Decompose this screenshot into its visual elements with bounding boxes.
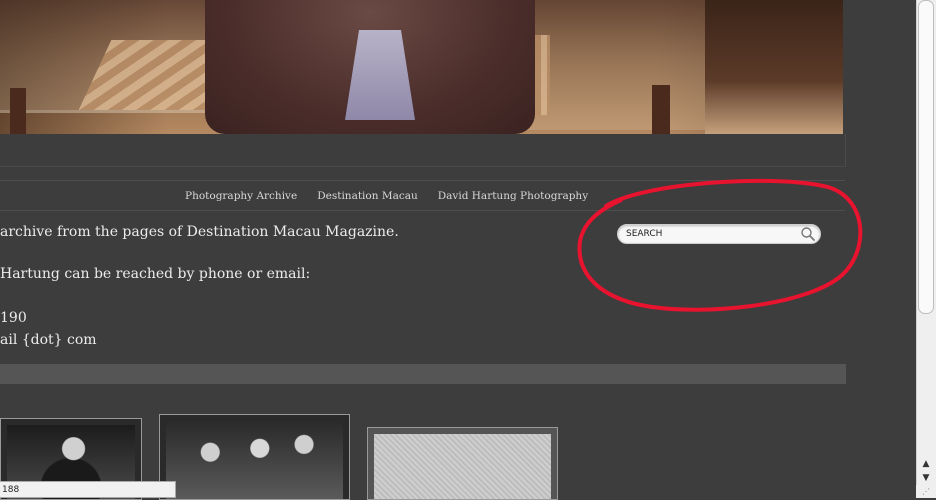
- gallery-thumbnail[interactable]: [159, 414, 350, 500]
- section-divider: [0, 364, 846, 384]
- email-address: ail {dot} com: [0, 332, 97, 348]
- scroll-down-arrow-icon[interactable]: ▼: [916, 471, 936, 485]
- intro-line-2: Hartung can be reached by phone or email…: [0, 266, 311, 282]
- resize-grip-icon[interactable]: ⋰: [916, 485, 936, 498]
- case-post: [10, 88, 26, 134]
- nav-destination-macau[interactable]: Destination Macau: [317, 190, 418, 202]
- phone-number: 190: [0, 310, 27, 326]
- nav-david-hartung-photography[interactable]: David Hartung Photography: [438, 190, 588, 202]
- nav-divider-bottom: [0, 210, 845, 211]
- store-wall: [705, 0, 843, 134]
- red-circle-annotation: [577, 178, 863, 312]
- magnifier-icon[interactable]: [800, 226, 816, 242]
- case-post: [652, 85, 670, 134]
- search-input[interactable]: [626, 226, 796, 242]
- nav-photography-archive[interactable]: Photography Archive: [185, 190, 297, 202]
- main-nav: Photography Archive Destination Macau Da…: [185, 181, 588, 210]
- gallery-thumbnail-placeholder[interactable]: [367, 427, 558, 500]
- scrollbar-thumb[interactable]: [918, 0, 934, 314]
- intro-line-1: archive from the pages of Destination Ma…: [0, 224, 399, 240]
- scroll-up-arrow-icon[interactable]: ▲: [916, 457, 936, 471]
- hero-photo: [0, 0, 843, 134]
- header-band: [0, 134, 846, 167]
- search-box[interactable]: [617, 224, 821, 244]
- status-bar: 188: [0, 481, 176, 498]
